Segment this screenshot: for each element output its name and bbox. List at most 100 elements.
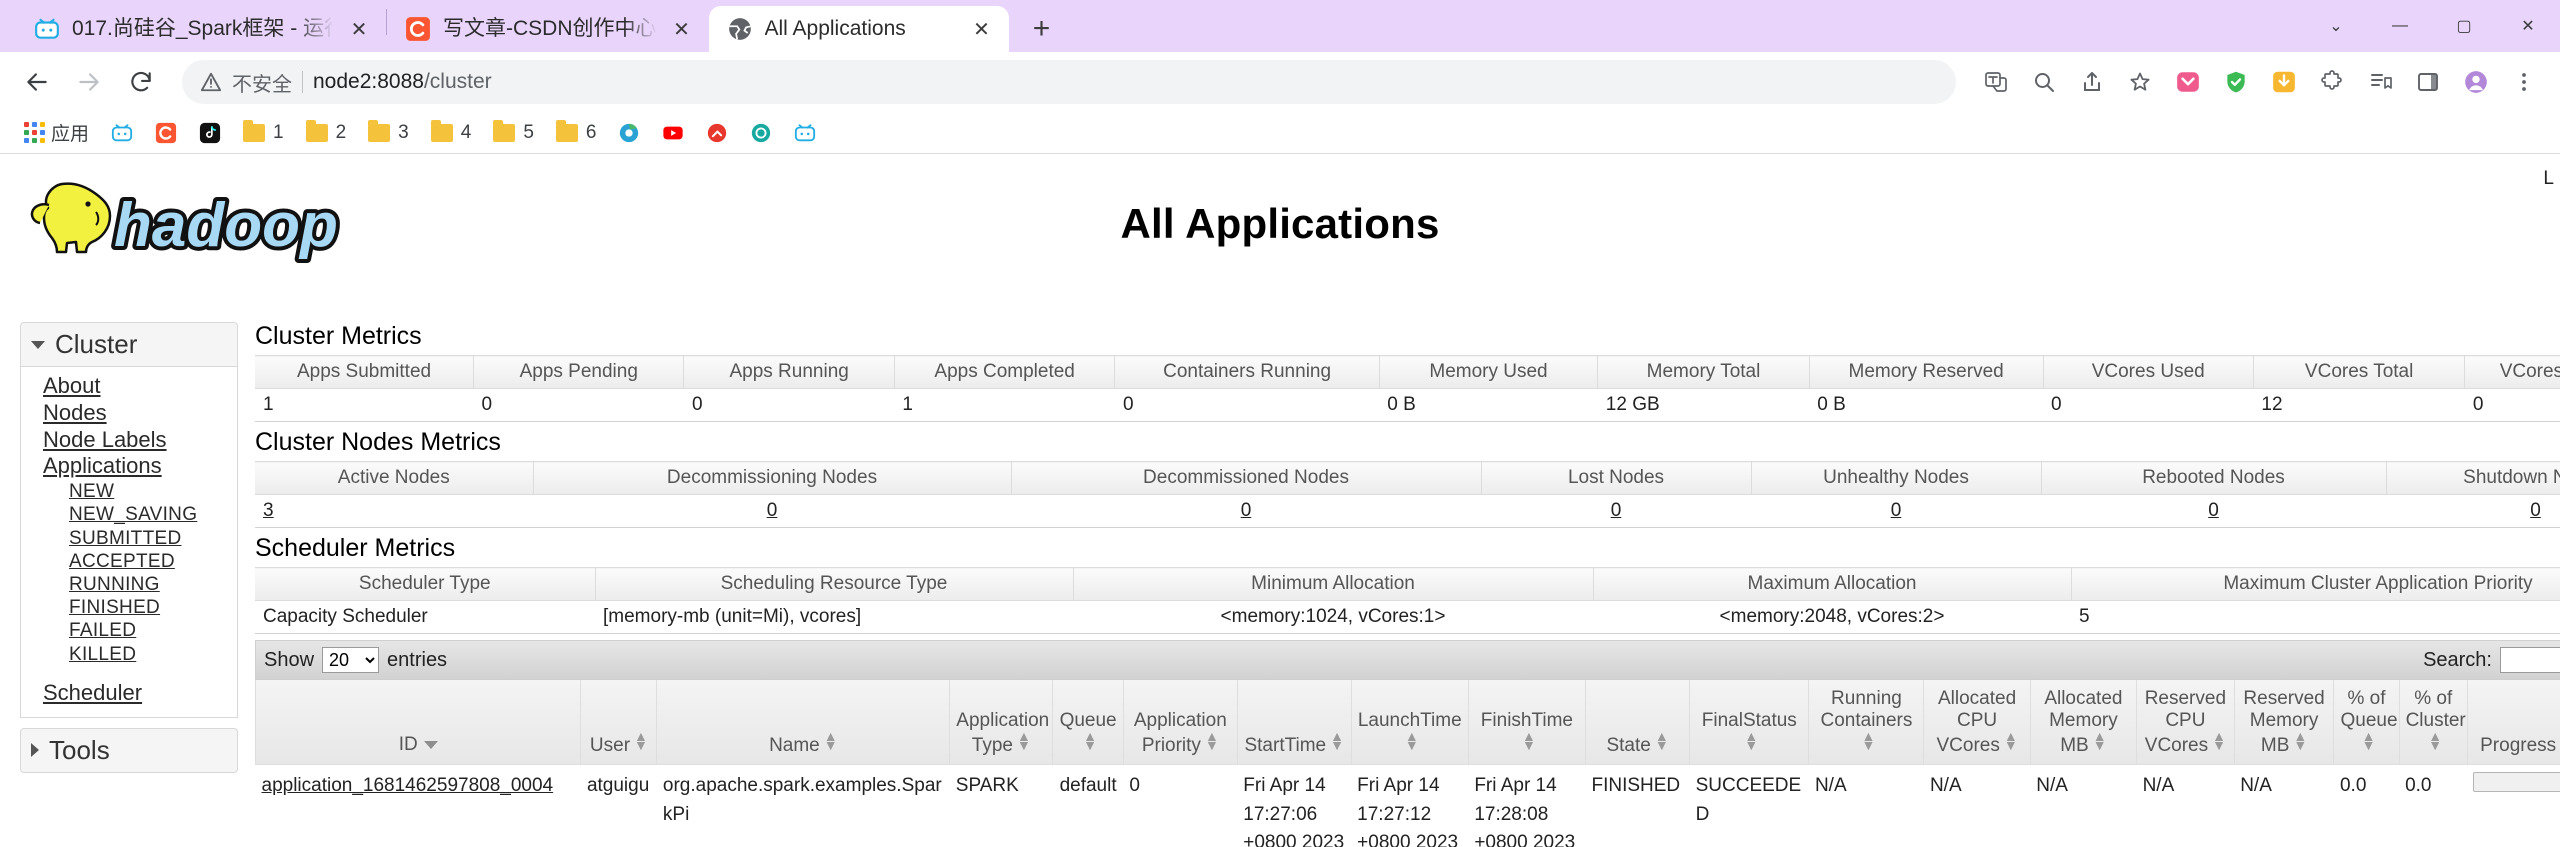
page-length-select[interactable]: 20 40 60 80 100 (322, 647, 380, 673)
bookmark-folder-3[interactable]: 3 (360, 118, 417, 148)
bookmark-tiktok[interactable] (191, 118, 229, 148)
col-launchtime[interactable]: LaunchTime ▲ ▼ (1350, 680, 1469, 766)
bookmark-chrome-green[interactable] (610, 118, 648, 148)
col-pct-of-cluster[interactable]: % of Cluster ▲ ▼ (2398, 680, 2468, 766)
bookmark-bilibili[interactable] (103, 118, 141, 148)
address-bar[interactable]: 不安全 node2:8088/cluster (182, 60, 1956, 104)
sidebar-cluster-header[interactable]: Cluster (20, 322, 238, 367)
col-pct-of-queue[interactable]: % of Queue ▲ ▼ (2333, 680, 2400, 766)
col-memory-used[interactable]: Memory Used (1379, 355, 1599, 389)
download-manager-icon[interactable] (2262, 60, 2306, 104)
bookmark-opera-red[interactable] (698, 118, 736, 148)
sidebar-item-node-labels[interactable]: Node Labels (21, 427, 237, 454)
col-containers-running[interactable]: Containers Running (1114, 355, 1380, 389)
translate-icon[interactable] (1974, 60, 2018, 104)
application-id-link[interactable]: application_1681462597808_0004 (262, 775, 554, 796)
col-apps-completed[interactable]: Apps Completed (894, 355, 1116, 389)
active-nodes-link[interactable]: 3 (263, 500, 274, 521)
col-lost-nodes[interactable]: Lost Nodes (1481, 461, 1752, 495)
col-vcores-total[interactable]: VCores Total (2253, 355, 2466, 389)
sidebar-item-new-saving[interactable]: NEW_SAVING (21, 503, 237, 526)
col-apps-running[interactable]: Apps Running (683, 355, 895, 389)
search-input[interactable] (2500, 647, 2560, 673)
tab-csdn[interactable]: 写文章-CSDN创作中心 ✕ (387, 6, 709, 52)
sidebar-item-submitted[interactable]: SUBMITTED (21, 527, 237, 550)
close-icon[interactable]: ✕ (669, 16, 695, 42)
sidebar-item-running[interactable]: RUNNING (21, 573, 237, 596)
chevron-down-icon[interactable]: ⌄ (2304, 0, 2368, 52)
shutdown-nodes-link[interactable]: 0 (2530, 500, 2541, 521)
close-icon[interactable]: ✕ (969, 16, 995, 42)
new-tab-button[interactable]: + (1019, 6, 1065, 52)
rebooted-nodes-link[interactable]: 0 (2208, 500, 2219, 521)
col-apps-pending[interactable]: Apps Pending (473, 355, 685, 389)
col-application-type[interactable]: Application Type ▲ ▼ (949, 680, 1054, 766)
col-decommissioning-nodes[interactable]: Decommissioning Nodes (533, 461, 1012, 495)
decommissioning-nodes-link[interactable]: 0 (767, 500, 778, 521)
sidebar-item-applications[interactable]: Applications (21, 453, 237, 480)
col-vcores-used[interactable]: VCores Used (2043, 355, 2254, 389)
col-rebooted-nodes[interactable]: Rebooted Nodes (2041, 461, 2387, 495)
profile-icon[interactable] (2454, 60, 2498, 104)
col-queue[interactable]: Queue ▲ ▼ (1052, 680, 1124, 766)
col-scheduling-resource-type[interactable]: Scheduling Resource Type (595, 567, 1074, 601)
forward-icon[interactable] (66, 59, 112, 105)
col-running-containers[interactable]: Running Containers ▲ ▼ (1808, 680, 1925, 766)
col-memory-reserved[interactable]: Memory Reserved (1809, 355, 2044, 389)
sidebar-panel-tools[interactable]: Tools (20, 727, 238, 773)
bookmark-folder-6[interactable]: 6 (548, 118, 605, 148)
bookmark-folder-2[interactable]: 2 (298, 118, 355, 148)
shield-icon[interactable] (2214, 60, 2258, 104)
extensions-icon[interactable] (2310, 60, 2354, 104)
col-shutdown-nodes[interactable]: Shutdown Nodes (2386, 461, 2560, 495)
col-scheduler-type[interactable]: Scheduler Type (255, 567, 596, 601)
sidebar-item-failed[interactable]: FAILED (21, 619, 237, 642)
col-application-priority[interactable]: Application Priority ▲ ▼ (1122, 680, 1238, 766)
sidebar-item-finished[interactable]: FINISHED (21, 596, 237, 619)
col-unhealthy-nodes[interactable]: Unhealthy Nodes (1751, 461, 2042, 495)
sidebar-item-accepted[interactable]: ACCEPTED (21, 550, 237, 573)
col-user[interactable]: User ▲ ▼ (580, 680, 658, 766)
sidepanel-icon[interactable] (2406, 60, 2450, 104)
col-progress[interactable]: Progress▲▼ (2466, 680, 2560, 766)
col-apps-submitted[interactable]: Apps Submitted (255, 355, 475, 389)
col-memory-total[interactable]: Memory Total (1597, 355, 1810, 389)
col-reserved-memory-mb[interactable]: Reserved Memory MB ▲ ▼ (2233, 680, 2335, 766)
sidebar-item-new[interactable]: NEW (21, 480, 237, 503)
bookmark-apps[interactable]: 应用 (16, 115, 97, 150)
col-allocated-cpu-vcores[interactable]: Allocated CPU VCores ▲ ▼ (1923, 680, 2031, 766)
reload-icon[interactable] (118, 59, 164, 105)
col-active-nodes[interactable]: Active Nodes (255, 461, 534, 495)
bookmark-folder-4[interactable]: 4 (423, 118, 480, 148)
bookmark-csdn[interactable] (147, 118, 185, 148)
col-name[interactable]: Name ▲ ▼ (656, 680, 951, 766)
bookmark-folder-1[interactable]: 1 (235, 118, 292, 148)
decommissioned-nodes-link[interactable]: 0 (1241, 500, 1252, 521)
bookmark-star-icon[interactable] (2118, 60, 2162, 104)
more-menu-icon[interactable] (2502, 60, 2546, 104)
col-vcores-reserved[interactable]: VCores Reserved (2464, 355, 2560, 389)
unhealthy-nodes-link[interactable]: 0 (1891, 500, 1902, 521)
sidebar-item-killed[interactable]: KILLED (21, 643, 237, 666)
col-starttime[interactable]: StartTime ▲ ▼ (1236, 680, 1352, 766)
col-id[interactable]: ID (254, 680, 582, 766)
sidebar-item-scheduler[interactable]: Scheduler (21, 680, 237, 707)
col-finalstatus[interactable]: FinalStatus ▲ ▼ (1689, 680, 1810, 766)
bookmark-folder-5[interactable]: 5 (485, 118, 542, 148)
tab-bilibili[interactable]: 017.尚硅谷_Spark框架 - 运行环境 ✕ (16, 6, 386, 52)
bookmark-youtube[interactable] (654, 118, 692, 148)
col-finishtime[interactable]: FinishTime ▲ ▼ (1467, 680, 1586, 766)
col-reserved-cpu-vcores[interactable]: Reserved CPU VCores ▲ ▼ (2136, 680, 2235, 766)
col-allocated-memory-mb[interactable]: Allocated Memory MB ▲ ▼ (2029, 680, 2138, 766)
col-decommissioned-nodes[interactable]: Decommissioned Nodes (1011, 461, 1482, 495)
sidebar-item-nodes[interactable]: Nodes (21, 400, 237, 427)
search-icon[interactable] (2022, 60, 2066, 104)
maximize-icon[interactable]: ▢ (2432, 0, 2496, 52)
col-minimum-allocation[interactable]: Minimum Allocation (1073, 567, 1594, 601)
col-maximum-allocation[interactable]: Maximum Allocation (1593, 567, 2072, 601)
sidebar-item-about[interactable]: About (21, 373, 237, 400)
minimize-icon[interactable]: — (2368, 0, 2432, 52)
bookmark-teal-circle[interactable] (742, 118, 780, 148)
table-row[interactable]: application_1681462597808_0004 atguigu o… (255, 764, 2560, 847)
share-icon[interactable] (2070, 60, 2114, 104)
